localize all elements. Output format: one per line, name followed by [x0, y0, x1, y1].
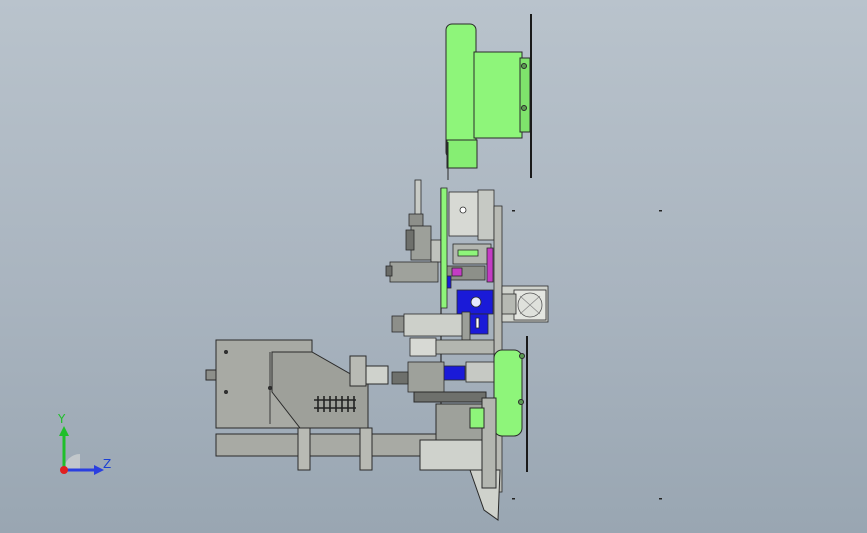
triad-y-label: Y — [58, 412, 66, 426]
cad-viewport[interactable]: Y Z — [0, 0, 867, 533]
orientation-triad — [59, 426, 104, 475]
reference-markers — [512, 210, 662, 500]
square-window-panel[interactable] — [501, 285, 549, 323]
top-green-drum[interactable] — [445, 14, 532, 180]
triad-z-label: Z — [103, 457, 112, 471]
gray-motor-housing[interactable] — [205, 339, 389, 429]
machine-assembly-drawing — [59, 14, 662, 521]
